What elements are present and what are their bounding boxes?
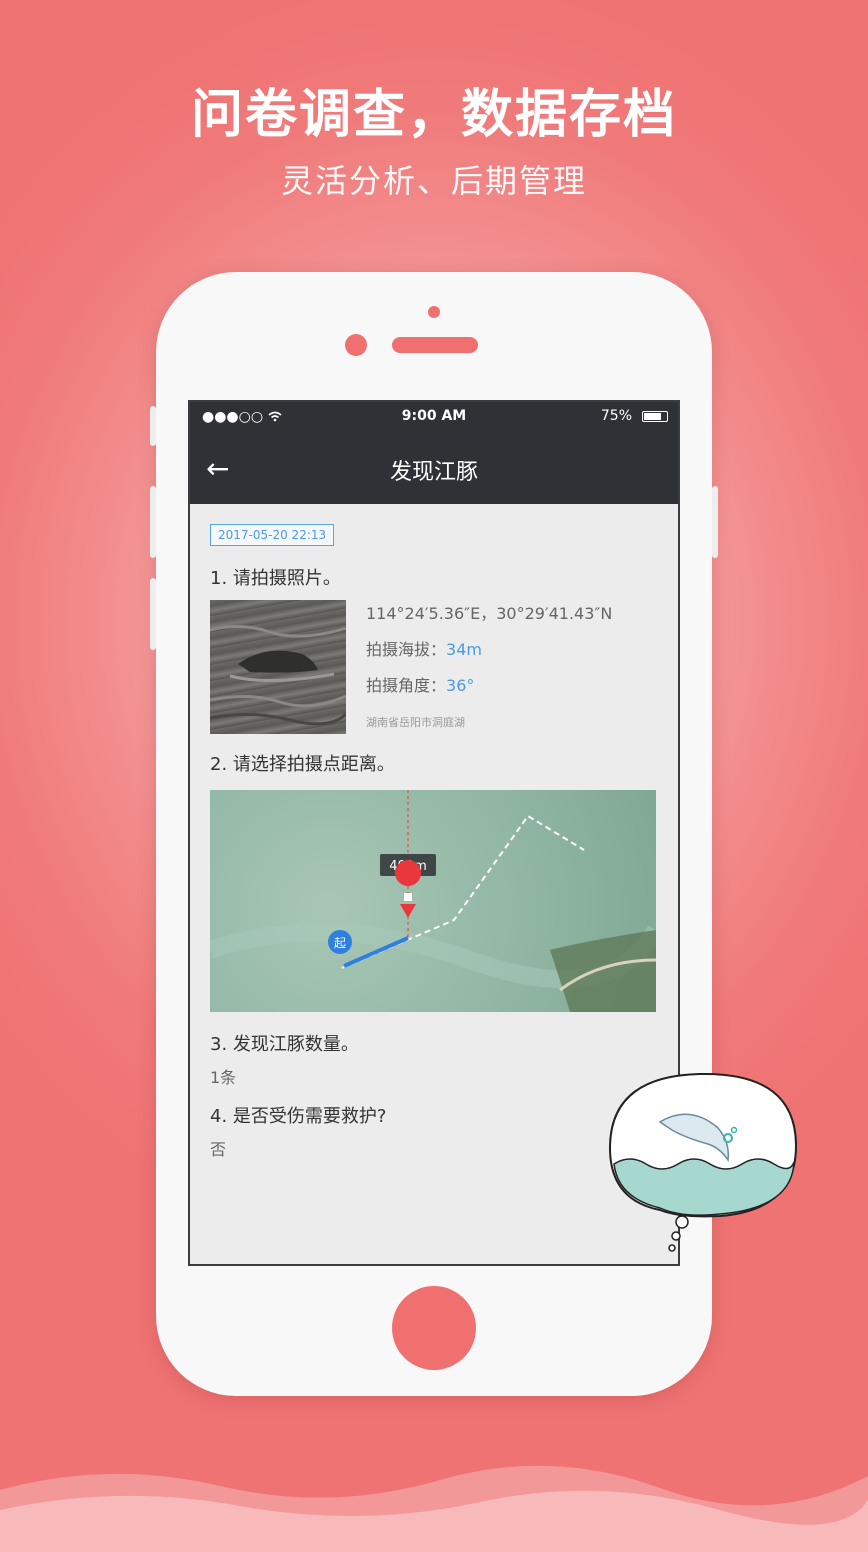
angle-label: 拍摄角度： <box>366 676 447 695</box>
altitude-row: 拍摄海拔：34m <box>366 636 612 660</box>
start-marker-label: 起 <box>334 936 346 950</box>
nav-bar: ← 发现江豚 <box>190 432 678 504</box>
altitude-label: 拍摄海拔： <box>366 640 447 659</box>
home-button[interactable] <box>392 1286 476 1370</box>
question-4-label: 4. 是否受伤需要救护? <box>210 1106 387 1127</box>
question-3-answer: 1条 <box>210 1068 237 1087</box>
phone-volume-down <box>150 578 156 650</box>
battery-icon <box>642 411 668 422</box>
shore-land <box>550 930 656 1012</box>
record-date-badge: 2017-05-20 22:13 <box>210 524 335 546</box>
page-title: 发现江豚 <box>389 460 478 485</box>
pin-marker-icon <box>395 860 422 886</box>
phone-volume-up <box>150 486 156 558</box>
promo-headline: 问卷调查，数据存档 <box>190 85 677 145</box>
altitude-value: 34m <box>446 640 482 659</box>
dolphin-thought-bubble-icon <box>608 1072 798 1252</box>
promo-subline: 灵活分析、后期管理 <box>280 162 587 200</box>
front-camera <box>345 334 367 356</box>
record-content: 2017-05-20 22:13 1. 请拍摄照片。 114°24′5.36″E… <box>190 504 678 1160</box>
angle-value: 36° <box>446 676 475 695</box>
question-3-label: 3. 发现江豚数量。 <box>210 1034 359 1055</box>
battery-percent: 75% <box>600 408 632 424</box>
question-2-label: 2. 请选择拍摄点距离。 <box>210 754 395 775</box>
bottom-waves <box>0 1465 868 1552</box>
photo-info: 114°24′5.36″E，30°29′41.43″N 拍摄海拔：34m 拍摄角… <box>366 600 612 742</box>
photo-row: 114°24′5.36″E，30°29′41.43″N 拍摄海拔：34m 拍摄角… <box>210 600 658 738</box>
question-1-label: 1. 请拍摄照片。 <box>210 568 341 589</box>
location-text: 湖南省岳阳市洞庭湖 <box>366 716 465 729</box>
phone-mute-switch <box>150 406 156 446</box>
earpiece-speaker <box>392 337 478 353</box>
question-4-answer: 否 <box>210 1140 227 1159</box>
angle-row: 拍摄角度：36° <box>366 672 612 696</box>
status-bar: ●●●○○ 9:00 AM 75% <box>190 402 678 432</box>
coordinates-text: 114°24′5.36″E，30°29′41.43″N <box>366 604 613 623</box>
distance-map[interactable]: 400m 起 <box>210 790 656 1012</box>
proximity-sensor <box>428 306 440 318</box>
phone-power-button <box>712 486 718 558</box>
dolphin-photo[interactable] <box>210 600 346 734</box>
